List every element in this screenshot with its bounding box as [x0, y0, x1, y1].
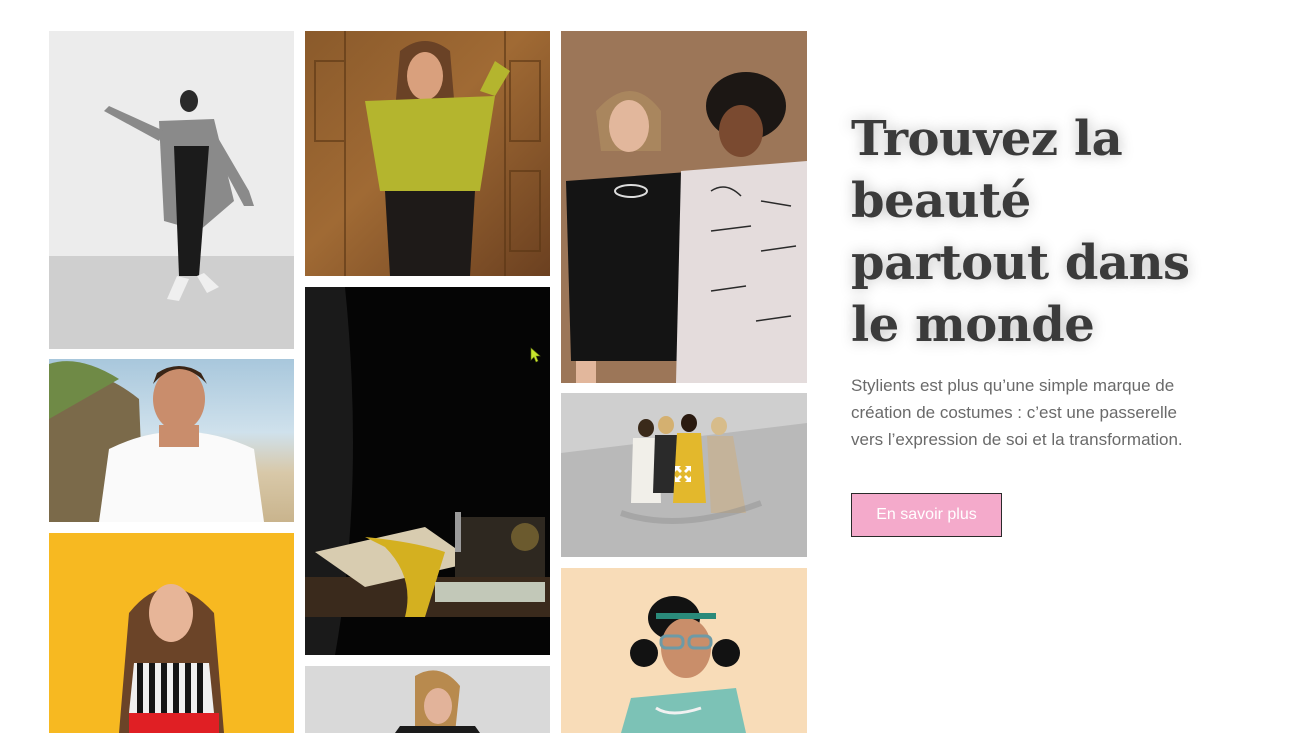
hero-section: Trouvez la beauté partout dans le monde …: [851, 108, 1251, 537]
hero-description: Stylients est plus qu’une simple marque …: [851, 376, 1183, 449]
expand-icon[interactable]: [674, 465, 692, 483]
gallery-image-couple-sweatshirts[interactable]: [561, 31, 807, 383]
gallery-image-woman-gray[interactable]: [305, 666, 550, 733]
gallery-image-woman-glasses[interactable]: [561, 568, 807, 733]
gallery-image-woman-yellow[interactable]: [49, 533, 294, 733]
hero-title: Trouvez la beauté partout dans le monde: [851, 111, 1190, 353]
image-gallery: [0, 0, 820, 733]
gallery-image-sewing-machine[interactable]: [305, 287, 550, 655]
gallery-image-woman-green-blouse[interactable]: [305, 31, 550, 276]
gallery-image-man-beach[interactable]: [49, 359, 294, 522]
learn-more-button[interactable]: En savoir plus: [851, 493, 1002, 537]
gallery-image-dancer[interactable]: [49, 31, 294, 349]
cursor-icon: [530, 347, 542, 363]
